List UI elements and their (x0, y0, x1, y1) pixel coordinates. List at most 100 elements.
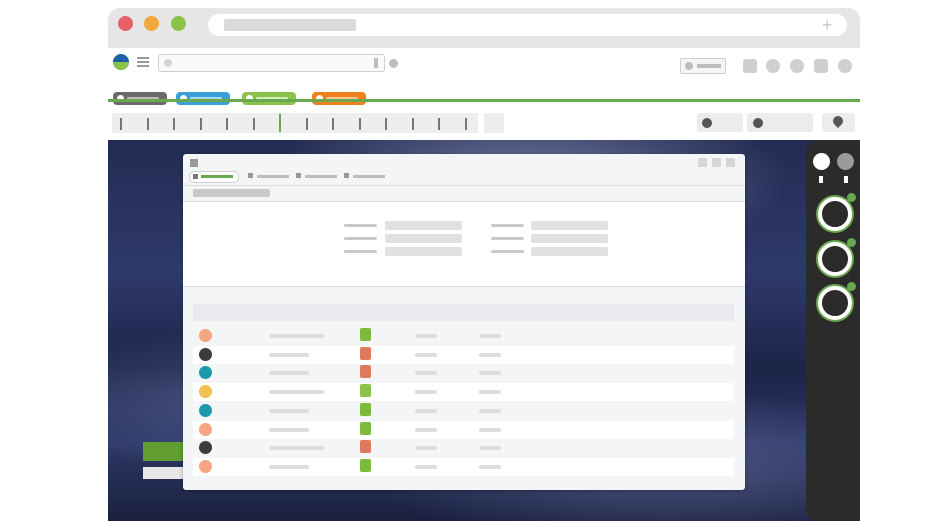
field-input-1[interactable] (385, 221, 462, 230)
user-avatar-icon (199, 403, 212, 417)
help-icon[interactable] (790, 59, 804, 73)
search-input[interactable] (158, 54, 385, 72)
messages-icon[interactable] (814, 59, 828, 73)
timeline-tick-selected[interactable] (279, 114, 281, 132)
search-icon (164, 59, 172, 67)
product-icon (360, 365, 371, 379)
product-icon (360, 346, 371, 360)
user-avatar-icon (199, 422, 212, 436)
field-input-4[interactable] (531, 221, 608, 230)
plus-icon[interactable]: + (822, 16, 833, 34)
timeline-tick[interactable] (358, 118, 361, 130)
timeline-tick[interactable] (146, 118, 149, 130)
info-icon[interactable] (389, 59, 398, 68)
table-cell (479, 408, 501, 413)
modal-tab-1[interactable] (189, 171, 239, 183)
table-cell (479, 390, 501, 395)
modal-tab-3[interactable] (296, 172, 340, 180)
table-cell (479, 334, 501, 338)
user-avatar-icon (199, 459, 212, 473)
timeline-tick[interactable] (464, 118, 467, 130)
user-avatar-icon (199, 441, 212, 455)
timeline-tick[interactable] (411, 118, 414, 130)
table-row[interactable] (193, 364, 734, 383)
field-input-2[interactable] (385, 234, 462, 243)
field-input-3[interactable] (385, 247, 462, 256)
app-logo-icon[interactable] (113, 54, 129, 70)
table-cell (415, 334, 437, 338)
minimize-window-button[interactable] (144, 16, 159, 31)
close-window-button[interactable] (118, 16, 133, 31)
table-cell (479, 371, 501, 376)
timeline-end-button[interactable] (484, 113, 504, 133)
timeline-tick[interactable] (305, 118, 308, 130)
accent-divider (108, 99, 860, 102)
timeline-tick[interactable] (332, 118, 334, 130)
table-cell (415, 390, 437, 395)
field-label-5 (491, 237, 524, 240)
modal-minimize-button[interactable] (698, 158, 707, 167)
table-row[interactable] (193, 420, 734, 439)
modal-tab-2[interactable] (248, 172, 292, 180)
status-online-icon[interactable] (813, 153, 830, 170)
table-cell (415, 352, 437, 357)
sidebar-user-ring-1[interactable] (818, 193, 856, 231)
table-cell (415, 446, 437, 451)
timeline-tick[interactable] (173, 118, 175, 130)
field-input-6[interactable] (531, 247, 608, 256)
user-avatar-icon (199, 385, 212, 399)
table-cell (269, 371, 309, 376)
modal-maximize-button[interactable] (712, 158, 721, 167)
filter-dropdown-1[interactable] (697, 113, 743, 132)
table-cell (269, 446, 324, 451)
product-icon (360, 328, 371, 341)
timeline-tick[interactable] (385, 118, 387, 130)
map-pin-icon (830, 113, 846, 129)
table-row[interactable] (193, 401, 734, 420)
sidebar-user-ring-2[interactable] (818, 238, 856, 276)
field-label-2 (344, 237, 377, 240)
modal-icon (190, 159, 198, 167)
search-clear-icon[interactable] (374, 58, 378, 68)
table-row[interactable] (193, 457, 734, 476)
status-offline-icon[interactable] (837, 153, 854, 170)
product-icon (360, 458, 371, 472)
table-cell (415, 371, 437, 376)
table-cell (415, 408, 437, 413)
browser-window: + (108, 8, 860, 521)
location-button[interactable] (822, 113, 855, 132)
field-label-6 (491, 250, 524, 253)
table-row[interactable] (193, 383, 734, 402)
records-modal (183, 154, 745, 490)
notifications-icon[interactable] (766, 59, 780, 73)
hamburger-icon[interactable] (137, 57, 149, 59)
filter-dropdown-2[interactable] (747, 113, 813, 132)
table-row[interactable] (193, 327, 734, 345)
user-avatar-icon (199, 366, 212, 380)
table-row[interactable] (193, 345, 734, 364)
field-label-3 (344, 250, 377, 253)
timeline-ruler[interactable] (112, 113, 478, 133)
modal-section-title (193, 189, 270, 197)
timeline-tick[interactable] (199, 118, 202, 130)
timeline-tick[interactable] (120, 118, 122, 130)
address-bar[interactable]: + (208, 14, 847, 36)
account-dropdown[interactable] (680, 58, 726, 74)
maximize-window-button[interactable] (171, 16, 186, 31)
timeline-tick[interactable] (226, 118, 228, 130)
sidebar-user-ring-3[interactable] (818, 282, 856, 320)
table-cell (415, 427, 437, 432)
table-cell (269, 427, 309, 432)
modal-close-button[interactable] (726, 158, 735, 167)
product-icon (360, 421, 371, 435)
field-input-5[interactable] (531, 234, 608, 243)
table-row[interactable] (193, 439, 734, 458)
timeline-tick[interactable] (438, 118, 440, 130)
table-cell (269, 408, 309, 413)
table-cell (479, 352, 501, 357)
modal-tab-4[interactable] (344, 172, 388, 180)
grid-icon[interactable] (743, 59, 757, 73)
timeline-tick[interactable] (252, 118, 255, 130)
user-avatar-icon (199, 329, 212, 342)
user-avatar-icon[interactable] (838, 59, 852, 73)
